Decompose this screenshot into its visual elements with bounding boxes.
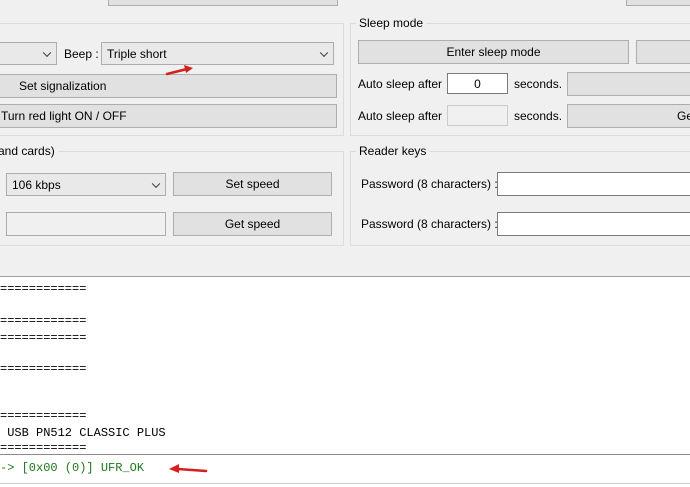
- password-label-1: Password (8 characters) :: [361, 177, 498, 191]
- password-input-1[interactable]: [497, 172, 690, 196]
- auto-sleep-label-1: Auto sleep after: [358, 77, 443, 91]
- status-bar: -> [0x00 (0)] UFR_OK: [0, 454, 690, 484]
- speed-combo-value: 106 kbps: [12, 177, 61, 192]
- status-text: -> [0x00 (0)] UFR_OK: [0, 461, 145, 475]
- red-light-toggle-button[interactable]: Turn red light ON / OFF: [0, 104, 337, 128]
- console-line: ============: [0, 441, 87, 455]
- set-speed-button[interactable]: Set speed: [173, 172, 332, 196]
- chevron-down-icon: [319, 48, 329, 57]
- password-label-2: Password (8 characters) :: [361, 217, 498, 231]
- beep-label: Beep :: [64, 47, 99, 61]
- speed-combo[interactable]: 106 kbps: [6, 173, 166, 196]
- light-mode-combo[interactable]: [0, 42, 57, 65]
- console-line: USB PN512 CLASSIC PLUS: [0, 426, 166, 440]
- console-line: ============: [0, 314, 87, 328]
- top-partial-button-right[interactable]: [626, 0, 690, 6]
- seconds-label-2: seconds.: [514, 109, 563, 123]
- sleep-mode-title: Sleep mode: [356, 16, 427, 30]
- console-line: ============: [0, 409, 87, 423]
- leave-sleep-mode-button[interactable]: [636, 40, 690, 64]
- set-speed-label: Set speed: [225, 177, 280, 191]
- set-auto-sleep-button[interactable]: [567, 72, 690, 96]
- enter-sleep-mode-label: Enter sleep mode: [446, 45, 541, 59]
- get-auto-sleep-button[interactable]: Ge: [567, 104, 690, 128]
- red-arrow-annotation: [169, 464, 208, 473]
- speed-group-title: and cards): [0, 144, 58, 158]
- seconds-label-1: seconds.: [514, 77, 563, 91]
- set-signalization-label: Set signalization: [19, 79, 107, 93]
- top-partial-button-left[interactable]: [108, 0, 338, 6]
- reader-keys-title: Reader keys: [356, 144, 430, 158]
- get-auto-sleep-label: Ge: [676, 109, 690, 123]
- auto-sleep-label-2: Auto sleep after: [358, 109, 443, 123]
- get-speed-button[interactable]: Get speed: [173, 212, 332, 236]
- get-speed-field: [6, 212, 166, 236]
- chevron-down-icon: [42, 48, 52, 57]
- console-line: ============: [0, 282, 87, 296]
- enter-sleep-mode-button[interactable]: Enter sleep mode: [358, 40, 629, 64]
- get-speed-label: Get speed: [224, 217, 281, 231]
- console-line: ============: [0, 331, 87, 345]
- auto-sleep-value-1: 0: [474, 76, 481, 91]
- chevron-down-icon: [151, 179, 161, 188]
- red-light-toggle-label: Turn red light ON / OFF: [1, 109, 127, 123]
- red-arrow-annotation: [165, 65, 193, 76]
- beep-combo-value: Triple short: [107, 46, 167, 61]
- auto-sleep-input-1[interactable]: 0: [447, 73, 508, 94]
- auto-sleep-readonly-field: [447, 105, 508, 126]
- console-line: ============: [0, 362, 87, 376]
- beep-combo[interactable]: Triple short: [101, 42, 334, 65]
- password-input-2[interactable]: [497, 212, 690, 236]
